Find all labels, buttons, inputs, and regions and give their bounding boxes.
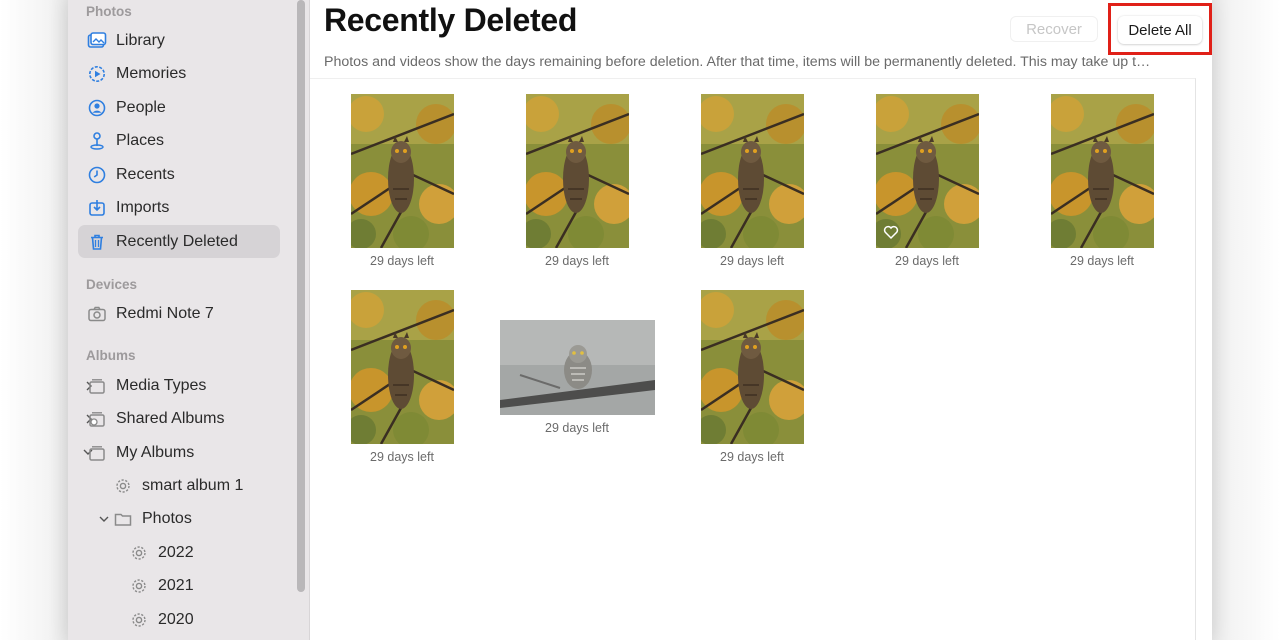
days-left-label: 29 days left xyxy=(720,450,784,464)
page-subtitle: Photos and videos show the days remainin… xyxy=(324,54,1151,70)
photo-thumbnail[interactable] xyxy=(351,290,454,444)
places-icon xyxy=(86,130,108,152)
stack-icon xyxy=(86,375,108,397)
sidebar-item-label: smart album 1 xyxy=(142,476,244,494)
sidebar-scrollbar[interactable] xyxy=(297,0,305,592)
sidebar-item-label: Media Types xyxy=(116,376,207,394)
days-left-label: 29 days left xyxy=(370,450,434,464)
recents-icon xyxy=(86,164,108,186)
days-left-label: 29 days left xyxy=(545,254,609,268)
photo-thumbnail[interactable] xyxy=(500,320,655,415)
favorite-heart-icon[interactable] xyxy=(883,224,899,240)
sidebar-item-label: 2020 xyxy=(158,610,194,628)
sidebar-item-label: Redmi Note 7 xyxy=(116,304,214,322)
sidebar-item-device[interactable]: Redmi Note 7 xyxy=(78,297,280,330)
days-left-label: 29 days left xyxy=(545,421,609,435)
camera-icon xyxy=(86,303,108,325)
sidebar-item-imports[interactable]: Imports xyxy=(78,191,280,224)
sidebar-item-recents[interactable]: Recents xyxy=(78,158,280,191)
sidebar-item-people[interactable]: People xyxy=(78,91,280,124)
days-left-label: 29 days left xyxy=(720,254,784,268)
imports-icon xyxy=(86,197,108,219)
sidebar-item-photos-folder[interactable]: Photos xyxy=(104,502,280,535)
photos-window: Photos Library Memories People Places Re… xyxy=(68,0,1212,640)
sidebar-item-label: Photos xyxy=(142,509,192,527)
sidebar-item-label: 2022 xyxy=(158,543,194,561)
section-label-devices: Devices xyxy=(86,277,138,292)
page-title: Recently Deleted xyxy=(324,2,578,38)
sidebar-item-label: Recently Deleted xyxy=(116,232,238,250)
delete-all-highlight: Delete All xyxy=(1108,3,1212,55)
gear-icon xyxy=(128,575,150,597)
gear-icon xyxy=(112,475,134,497)
sidebar-item-label: 2021 xyxy=(158,576,194,594)
sidebar-item-label: People xyxy=(116,98,166,116)
sidebar-item-places[interactable]: Places xyxy=(78,124,280,157)
trash-icon xyxy=(86,231,108,253)
sidebar-item-my-albums[interactable]: My Albums xyxy=(78,436,280,469)
section-label-albums: Albums xyxy=(86,348,136,363)
days-left-label: 29 days left xyxy=(895,254,959,268)
sidebar-item-memories[interactable]: Memories xyxy=(78,57,280,90)
people-icon xyxy=(86,97,108,119)
sidebar-item-2022[interactable]: 2022 xyxy=(120,536,280,569)
sidebar-item-smart-album-1[interactable]: smart album 1 xyxy=(104,469,280,502)
days-left-label: 29 days left xyxy=(1070,254,1134,268)
photo-thumbnail[interactable] xyxy=(351,94,454,248)
sidebar-item-media-types[interactable]: Media Types xyxy=(78,369,280,402)
photo-grid: 29 days left 29 days left 29 days left 2… xyxy=(310,78,1196,640)
delete-all-button[interactable]: Delete All xyxy=(1118,16,1202,44)
library-icon xyxy=(86,30,108,52)
sidebar-item-2020[interactable]: 2020 xyxy=(120,603,280,636)
sidebar-item-label: Places xyxy=(116,131,165,149)
folder-icon xyxy=(112,508,134,530)
gear-icon xyxy=(128,609,150,631)
section-label-photos: Photos xyxy=(86,4,132,19)
stack-icon xyxy=(86,442,108,464)
sidebar-item-label: Recents xyxy=(116,165,175,183)
sidebar-item-label: Memories xyxy=(116,64,187,82)
sidebar-item-label: My Albums xyxy=(116,443,195,461)
sidebar-item-shared-albums[interactable]: Shared Albums xyxy=(78,402,280,435)
memories-icon xyxy=(86,63,108,85)
main-content: Recently Deleted Photos and videos show … xyxy=(310,0,1212,640)
photo-thumbnail[interactable] xyxy=(701,290,804,444)
gear-icon xyxy=(128,542,150,564)
recover-button[interactable]: Recover xyxy=(1010,16,1098,42)
sidebar-item-label: Library xyxy=(116,31,165,49)
backdrop-left xyxy=(0,0,68,640)
sidebar-item-label: Imports xyxy=(116,198,170,216)
sidebar-item-label: Shared Albums xyxy=(116,409,225,427)
sidebar: Photos Library Memories People Places Re… xyxy=(68,0,310,640)
sidebar-item-library[interactable]: Library xyxy=(78,24,280,57)
sidebar-item-2021[interactable]: 2021 xyxy=(120,569,280,602)
photo-thumbnail[interactable] xyxy=(701,94,804,248)
days-left-label: 29 days left xyxy=(370,254,434,268)
shared-stack-icon xyxy=(86,408,108,430)
photo-thumbnail[interactable] xyxy=(1051,94,1154,248)
photo-thumbnail[interactable] xyxy=(526,94,629,248)
backdrop-right xyxy=(1212,0,1280,640)
sidebar-item-recently-deleted[interactable]: Recently Deleted xyxy=(78,225,280,258)
